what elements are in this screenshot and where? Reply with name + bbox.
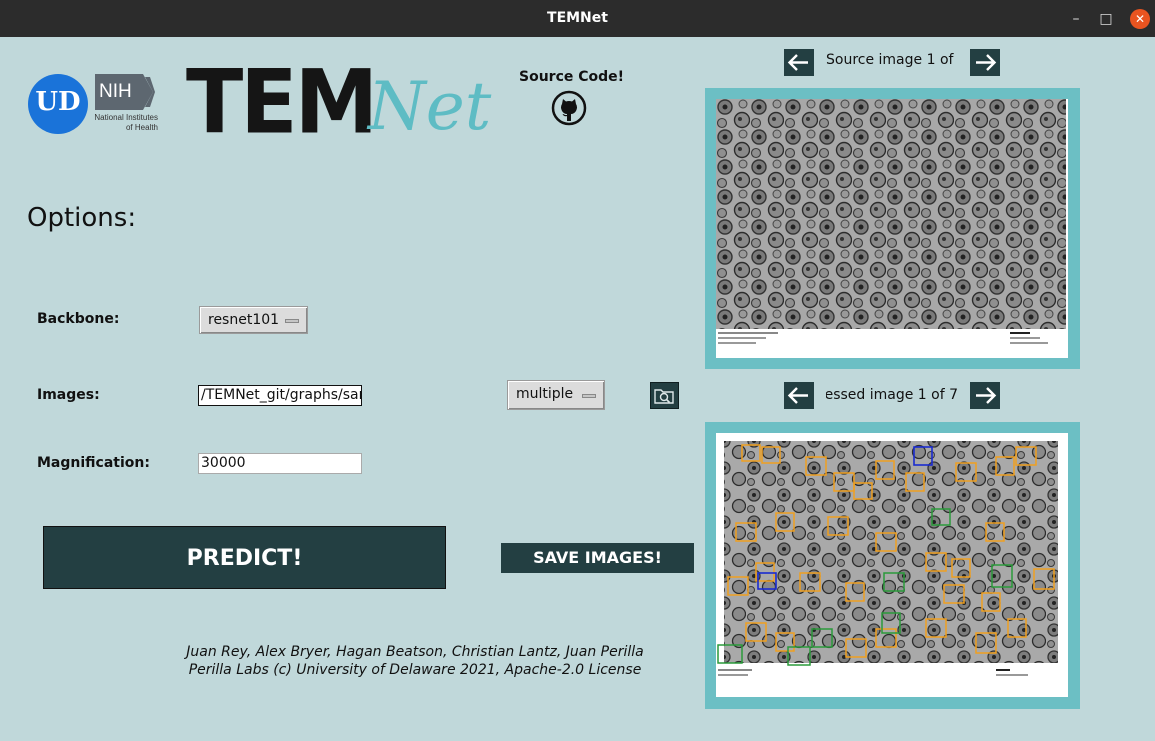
temnet-logo-bold: TEM xyxy=(186,50,378,154)
images-path-input[interactable]: /TEMNet_git/graphs/samp xyxy=(198,385,362,406)
arrow-left-icon xyxy=(787,387,808,404)
source-image xyxy=(716,99,1068,358)
nih-subtitle: National Institutes of Health xyxy=(88,113,158,133)
github-icon[interactable] xyxy=(551,90,587,126)
source-micrograph xyxy=(716,99,1068,358)
minimize-button[interactable]: – xyxy=(1066,9,1086,29)
processed-image-caption: Processed image 1 of 7 xyxy=(826,387,958,407)
arrow-left-icon xyxy=(787,54,808,71)
predict-button[interactable]: PREDICT! xyxy=(43,526,446,589)
processed-image-frame xyxy=(705,422,1080,709)
save-images-button[interactable]: SAVE IMAGES! xyxy=(501,543,694,573)
images-mode-value: multiple xyxy=(516,386,574,402)
temnet-logo: TEM Net xyxy=(186,50,491,154)
credits-license: Perilla Labs (c) University of Delaware … xyxy=(188,662,642,678)
nih-subtitle-line1: National Institutes xyxy=(94,113,158,122)
title-bar: TEMNet – □ ✕ xyxy=(0,0,1155,37)
backbone-label: Backbone: xyxy=(37,311,120,327)
source-image-frame xyxy=(705,88,1080,369)
nih-logo-text: NIH xyxy=(99,81,132,102)
dropdown-indicator-icon xyxy=(582,394,596,398)
source-prev-button[interactable] xyxy=(784,49,814,76)
nih-logo: NIH xyxy=(95,74,155,110)
close-button[interactable]: ✕ xyxy=(1130,9,1150,29)
window-title: TEMNet xyxy=(547,10,608,26)
source-code-label: Source Code! xyxy=(519,69,625,85)
maximize-button[interactable]: □ xyxy=(1096,9,1116,29)
backbone-dropdown[interactable]: resnet101 xyxy=(199,306,308,334)
credits-authors: Juan Rey, Alex Bryer, Hagan Beatson, Chr… xyxy=(186,644,644,660)
processed-prev-button[interactable] xyxy=(784,382,814,409)
credits: Juan Rey, Alex Bryer, Hagan Beatson, Chr… xyxy=(180,643,650,679)
arrow-right-icon xyxy=(976,54,997,71)
browse-folder-button[interactable] xyxy=(650,382,679,409)
magnification-label: Magnification: xyxy=(37,455,150,471)
nih-subtitle-line2: of Health xyxy=(125,123,158,132)
processed-next-button[interactable] xyxy=(970,382,1000,409)
source-next-button[interactable] xyxy=(970,49,1000,76)
processed-micrograph xyxy=(716,441,1068,697)
processed-image xyxy=(716,433,1068,697)
arrow-right-icon xyxy=(976,387,997,404)
main-panel: UD NIH National Institutes of Health TEM… xyxy=(0,37,1155,741)
options-heading: Options: xyxy=(27,203,137,233)
folder-search-icon xyxy=(654,389,674,404)
source-image-caption: Source image 1 of 7 xyxy=(826,52,958,68)
images-label: Images: xyxy=(37,387,100,403)
backbone-value: resnet101 xyxy=(208,312,280,328)
ud-logo: UD xyxy=(28,74,88,134)
processed-image-caption-text: Processed image 1 of 7 xyxy=(826,387,958,403)
magnification-input[interactable]: 30000 xyxy=(198,453,362,474)
dropdown-indicator-icon xyxy=(285,319,299,323)
ud-logo-text: UD xyxy=(35,87,81,117)
images-mode-dropdown[interactable]: multiple xyxy=(507,380,605,410)
temnet-logo-script: Net xyxy=(368,68,492,145)
